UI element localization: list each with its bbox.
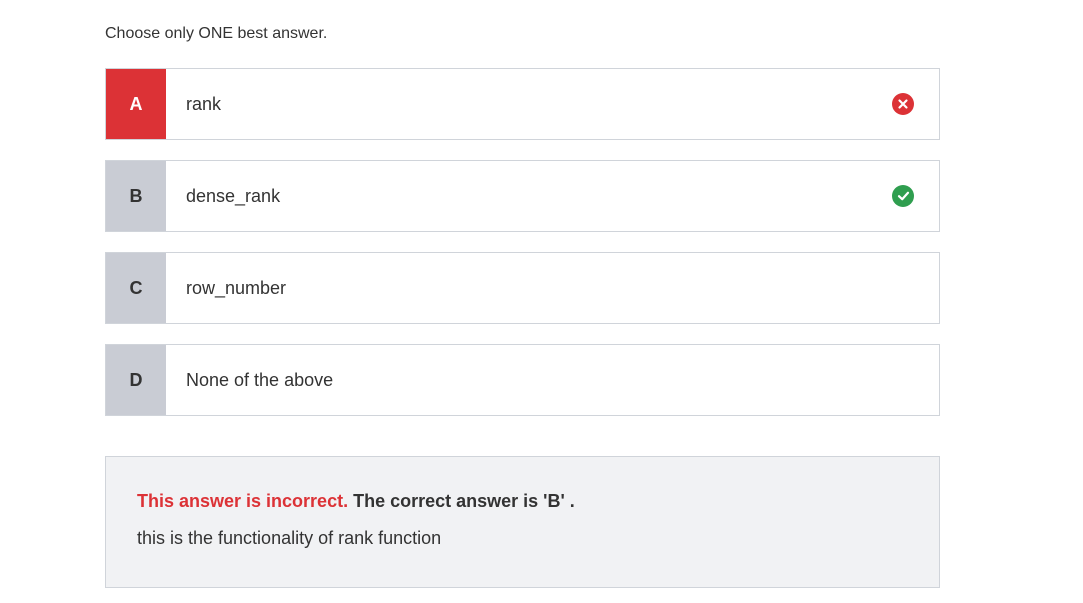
answer-option-d[interactable]: D None of the above xyxy=(105,344,940,416)
option-text: dense_rank xyxy=(186,185,281,206)
option-letter: A xyxy=(106,69,166,139)
option-letter: B xyxy=(106,161,166,231)
x-circle-icon xyxy=(892,93,914,115)
option-text: rank xyxy=(186,93,222,114)
answer-option-a[interactable]: A rank xyxy=(105,68,940,140)
incorrect-label: This answer is incorrect. xyxy=(137,491,349,511)
instruction-text: Choose only ONE best answer. xyxy=(105,25,328,42)
option-text: row_number xyxy=(186,277,287,298)
quiz-page: Choose only ONE best answer. A rank B de… xyxy=(0,0,1083,603)
check-circle-icon xyxy=(892,185,914,207)
feedback-result: This answer is incorrect. The correct an… xyxy=(137,491,909,512)
option-letter: D xyxy=(106,345,166,415)
feedback-panel: This answer is incorrect. The correct an… xyxy=(105,456,940,588)
option-text: None of the above xyxy=(186,369,334,390)
correct-answer-text: The correct answer is 'B' . xyxy=(353,491,575,511)
explanation-text: this is the functionality of rank functi… xyxy=(137,528,442,548)
answer-option-b[interactable]: B dense_rank xyxy=(105,160,940,232)
answer-option-c[interactable]: C row_number xyxy=(105,252,940,324)
option-letter: C xyxy=(106,253,166,323)
